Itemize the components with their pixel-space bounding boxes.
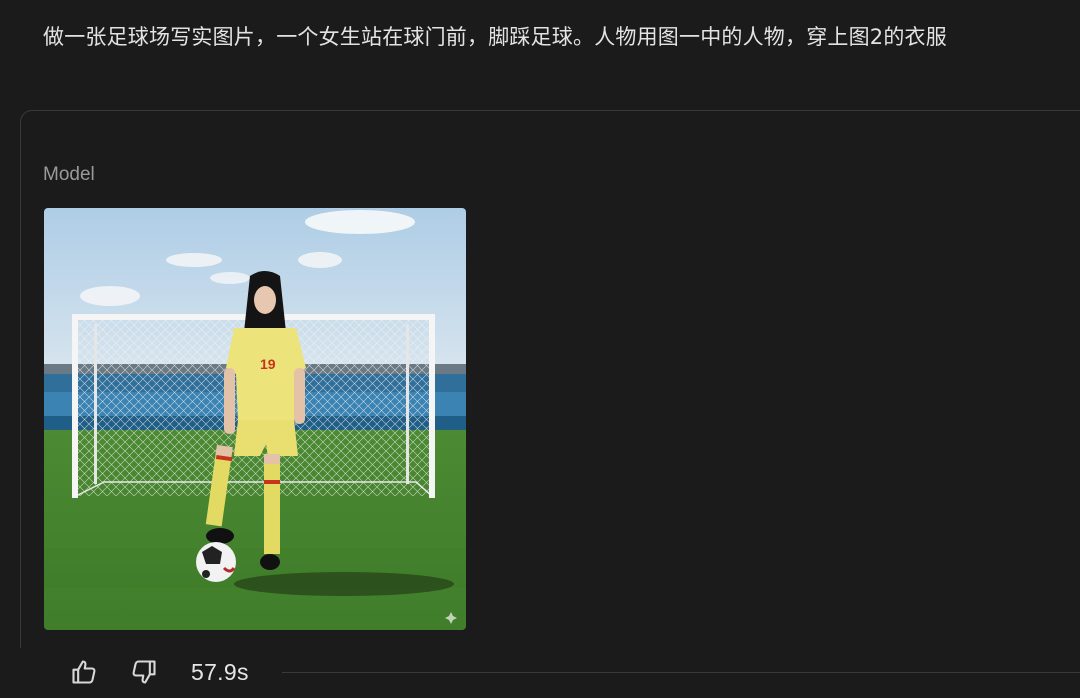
generated-image[interactable]: 19 [44, 208, 466, 630]
jersey-number: 19 [260, 356, 276, 372]
user-prompt: 做一张足球场写实图片，一个女生站在球门前，脚踩足球。人物用图一中的人物，穿上图2… [43, 25, 947, 49]
thumb-down-icon[interactable] [128, 656, 160, 688]
response-footer [0, 648, 1080, 698]
generation-duration: 57.9s [191, 659, 249, 685]
footer-divider [282, 672, 1080, 673]
model-label: Model [43, 164, 95, 185]
thumb-up-icon[interactable] [68, 656, 100, 688]
